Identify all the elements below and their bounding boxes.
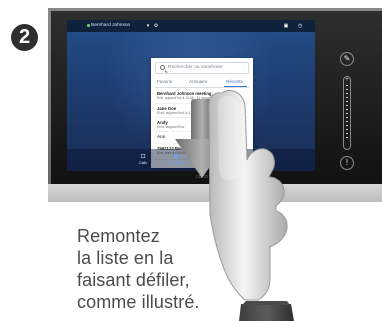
instruction-scene: 2 Bernhard Johnson ▾ ⚙ ▣ ◷ Rechercher ou… xyxy=(0,0,382,321)
calls-button[interactable]: ⌗ Calls xyxy=(132,151,154,169)
clock-icon: ◷ xyxy=(297,23,303,29)
share-icon: ◫ xyxy=(233,151,243,161)
camera-icon: ▣ xyxy=(283,23,289,29)
contact-subtitle: Entr. aujourd'hui à 12:15 · 8 minutes xyxy=(157,111,218,115)
list-item[interactable]: Jane Doe Entr. aujourd'hui à 12:15 · 8 m… xyxy=(155,105,249,118)
dock-label: Contacts xyxy=(168,161,184,165)
alert-button[interactable]: ! xyxy=(340,156,354,170)
tab-directory[interactable]: Annuaire xyxy=(189,78,207,86)
search-input[interactable]: Rechercher ou numéroter xyxy=(155,62,249,74)
conference-button[interactable]: ▦ Conférence xyxy=(196,151,218,169)
calendar-icon: ▦ xyxy=(202,151,212,161)
dock-label: Conférence xyxy=(197,161,217,165)
device-logo: cisco xyxy=(196,174,208,180)
grid-icon: ⌗ xyxy=(140,151,146,161)
instruction-caption: Remontez la liste en la faisant défiler,… xyxy=(77,225,227,313)
caption-line: faisant défiler, xyxy=(77,270,190,290)
upload-button[interactable]: ⇪ xyxy=(257,151,279,169)
list-item[interactable]: Andy Entr. aujourd'hui xyxy=(155,119,249,132)
right-control-rail: ✎ ! xyxy=(320,20,382,171)
bottom-dock: ⌗ Calls ● Contacts ▦ Conférence ◫ Partag… xyxy=(67,149,315,171)
mic-icon: ✎ xyxy=(343,54,351,63)
tab-recents[interactable]: Récents xyxy=(226,78,243,86)
list-item[interactable]: Ann xyxy=(155,133,249,144)
contact-subtitle: Entr. aujourd'hui à 13:46 · 11 secondes xyxy=(157,96,216,100)
tab-favorites[interactable]: Favoris xyxy=(157,78,172,86)
list-item[interactable]: Bernhard Johnson meeting Entr. aujourd'h… xyxy=(155,90,249,104)
status-user-name: Bernhard Johnson xyxy=(91,23,131,28)
contacts-button[interactable]: ● Contacts xyxy=(165,151,187,169)
chevron-down-icon: ▾ xyxy=(146,23,150,29)
mic-button[interactable]: ✎ xyxy=(340,52,354,66)
contacts-tabs: Favoris Annuaire Récents xyxy=(155,78,249,88)
volume-slider[interactable] xyxy=(343,76,351,150)
dock-label: Partager xyxy=(231,161,245,165)
presence-status-icon xyxy=(87,24,90,27)
caption-line: Remontez xyxy=(77,226,160,246)
step-badge: 2 xyxy=(11,24,38,51)
search-placeholder: Rechercher ou numéroter xyxy=(168,65,223,70)
alert-icon: ! xyxy=(345,158,349,167)
active-tab-indicator xyxy=(224,86,247,87)
caption-line: comme illustré. xyxy=(77,292,200,312)
person-icon: ● xyxy=(173,151,179,161)
status-bar: Bernhard Johnson ▾ ⚙ ▣ ◷ xyxy=(67,20,315,32)
touch-screen: Bernhard Johnson ▾ ⚙ ▣ ◷ Rechercher ou n… xyxy=(67,20,315,171)
caption-line: la liste en la xyxy=(77,248,174,268)
search-icon xyxy=(160,65,165,70)
contact-subtitle: Entr. aujourd'hui xyxy=(157,125,185,129)
settings-icon: ⚙ xyxy=(153,23,159,29)
share-button[interactable]: ◫ Partager xyxy=(227,151,249,169)
upload-icon: ⇪ xyxy=(264,151,272,161)
contact-title: Ann xyxy=(157,134,166,139)
dock-label: Calls xyxy=(139,161,147,165)
